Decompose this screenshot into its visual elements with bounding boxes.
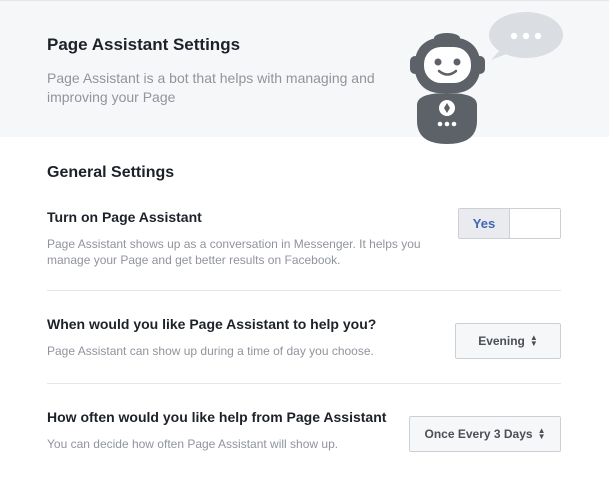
divider bbox=[47, 290, 561, 291]
time-select[interactable]: Evening ▲ ▼ bbox=[455, 323, 561, 359]
settings-header: Page Assistant Settings Page Assistant i… bbox=[0, 0, 609, 144]
page-title: Page Assistant Settings bbox=[47, 35, 241, 54]
time-select-value: Evening bbox=[478, 334, 525, 348]
speech-bubble-icon bbox=[489, 12, 563, 60]
up-down-arrows-icon: ▲ ▼ bbox=[537, 426, 546, 441]
toggle-yes-label[interactable]: Yes bbox=[459, 209, 510, 238]
turn-on-toggle[interactable]: Yes bbox=[458, 208, 561, 239]
turn-on-description: Page Assistant shows up as a conversatio… bbox=[47, 237, 421, 267]
toggle-off-side[interactable] bbox=[510, 209, 560, 238]
header-description: Page Assistant is a bot that helps with … bbox=[47, 70, 375, 105]
divider bbox=[47, 383, 561, 384]
robot-mascot-icon bbox=[405, 11, 570, 156]
frequency-select[interactable]: Once Every 3 Days ▲ ▼ bbox=[409, 416, 561, 452]
up-down-arrows-icon: ▲ ▼ bbox=[529, 333, 538, 348]
general-settings-title: General Settings bbox=[47, 164, 175, 181]
frequency-select-value: Once Every 3 Days bbox=[424, 427, 533, 441]
